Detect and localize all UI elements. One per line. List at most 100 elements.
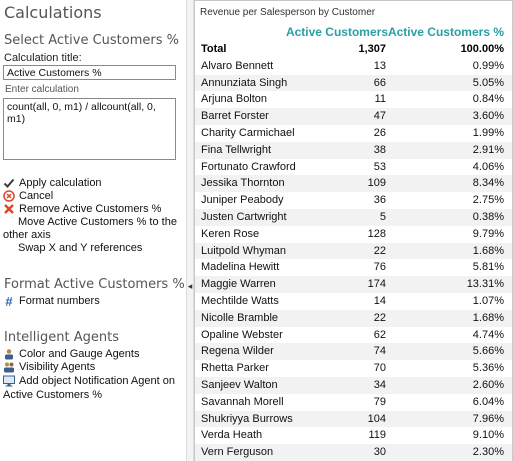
- row-active: 66: [373, 76, 386, 89]
- table-row: Alvaro Bennett 13 0.99%: [195, 58, 512, 75]
- row-pct: 0.38%: [472, 210, 504, 223]
- row-pct: 1.99%: [472, 126, 504, 139]
- row-pct: 2.75%: [472, 194, 504, 207]
- row-active: 128: [367, 227, 386, 240]
- row-active: 36: [373, 194, 386, 207]
- row-active: 5: [379, 210, 386, 223]
- row-active: 76: [373, 261, 386, 274]
- row-pct: 9.79%: [472, 227, 504, 240]
- remove-label: Remove Active Customers %: [19, 203, 162, 215]
- visibility-agents-button[interactable]: Visibility Agents: [3, 361, 95, 373]
- row-name: Maggie Warren: [201, 278, 276, 291]
- column-header-active-customers-pct[interactable]: Active Customers %: [388, 25, 504, 39]
- row-pct: 0.84%: [472, 93, 504, 106]
- notification-agent-button[interactable]: Add object Notification Agent on: [3, 375, 175, 387]
- table-row: Juniper Peabody 36 2.75%: [195, 192, 512, 209]
- row-pct: 2.60%: [472, 378, 504, 391]
- row-name: Justen Cartwright: [201, 210, 287, 223]
- row-pct: 0.99%: [472, 59, 504, 72]
- row-active: 74: [373, 345, 386, 358]
- row-active: 30: [373, 446, 386, 459]
- collapse-left-arrow-icon[interactable]: ◂: [186, 280, 194, 292]
- enter-calc-label: Enter calculation: [5, 84, 79, 95]
- cancel-circle-icon: [3, 190, 15, 202]
- row-active: 79: [373, 395, 386, 408]
- panel-title: Calculations: [4, 3, 102, 22]
- row-name: Nicolle Bramble: [201, 311, 279, 324]
- row-pct: 1.68%: [472, 244, 504, 257]
- panel-splitter[interactable]: [186, 0, 194, 461]
- people-agent-icon: [3, 361, 15, 373]
- row-pct: 5.05%: [472, 76, 504, 89]
- row-pct: 5.81%: [472, 261, 504, 274]
- calc-title-input[interactable]: [3, 65, 176, 80]
- remove-x-icon: [3, 203, 15, 215]
- row-name: Vern Ferguson: [201, 446, 274, 459]
- color-gauge-agents-label: Color and Gauge Agents: [19, 348, 140, 360]
- calc-expression-textarea[interactable]: count(all, 0, m1) / allcount(all, 0, m1): [3, 98, 176, 160]
- hash-format-icon: #: [5, 293, 13, 309]
- row-name: Luitpold Whyman: [201, 244, 286, 257]
- row-pct: 5.36%: [472, 362, 504, 375]
- row-name: Total: [201, 43, 227, 55]
- row-name: Fina Tellwright: [201, 143, 272, 156]
- row-active: 119: [368, 429, 386, 442]
- cancel-label: Cancel: [19, 190, 54, 202]
- row-pct: 2.30%: [472, 446, 504, 459]
- row-active: 22: [373, 311, 386, 324]
- check-icon: [3, 177, 15, 189]
- row-pct: 9.10%: [472, 429, 504, 442]
- remove-measure-button[interactable]: Remove Active Customers %: [3, 203, 161, 215]
- row-active: 13: [373, 59, 386, 72]
- row-name: Sanjeev Walton: [201, 378, 278, 391]
- table-row: Opaline Webster 62 4.74%: [195, 327, 512, 344]
- row-pct: 5.66%: [472, 345, 504, 358]
- notification-agent-label: Add object Notification Agent on: [19, 375, 175, 387]
- row-name: Arjuna Bolton: [201, 93, 268, 106]
- row-active: 47: [373, 110, 386, 123]
- cancel-button[interactable]: Cancel: [3, 190, 53, 202]
- notification-agent-label-line2: Active Customers %: [3, 389, 103, 401]
- row-active: 11: [374, 93, 386, 106]
- apply-calculation-label: Apply calculation: [19, 177, 102, 189]
- table-row: Shukriyya Burrows 104 7.96%: [195, 410, 512, 428]
- swap-references-button[interactable]: Swap X and Y references: [3, 242, 142, 254]
- table-row: Justen Cartwright 5 0.38%: [195, 208, 512, 226]
- table-row: Maggie Warren 174 13.31%: [195, 276, 512, 293]
- row-name: Barret Forster: [201, 110, 269, 123]
- table-row: Verda Heath 119 9.10%: [195, 427, 512, 444]
- color-gauge-agents-button[interactable]: Color and Gauge Agents: [3, 348, 139, 360]
- person-agent-icon: [3, 348, 15, 360]
- row-name: Fortunato Crawford: [201, 160, 296, 173]
- section-agents-title: Intelligent Agents: [4, 330, 119, 345]
- row-active: 174: [367, 278, 386, 291]
- table-row: Barret Forster 47 3.60%: [195, 108, 512, 125]
- row-active: 53: [373, 160, 386, 173]
- row-active: 14: [373, 294, 386, 307]
- table-row: Regena Wilder 74 5.66%: [195, 343, 512, 361]
- row-active: 38: [373, 143, 386, 156]
- table-row: Rhetta Parker 70 5.36%: [195, 360, 512, 377]
- row-name: Annunziata Singh: [201, 76, 288, 89]
- row-name: Juniper Peabody: [201, 194, 284, 207]
- row-name: Charity Carmichael: [201, 126, 295, 139]
- apply-calculation-button[interactable]: Apply calculation: [3, 177, 102, 189]
- table-row: Keren Rose 128 9.79%: [195, 226, 512, 243]
- row-pct: 100.00%: [460, 43, 504, 55]
- table-row: Mechtilde Watts 14 1.07%: [195, 293, 512, 310]
- calculations-panel: Calculations Select Active Customers % C…: [0, 0, 186, 461]
- row-name: Keren Rose: [201, 227, 260, 240]
- column-header-active-customers[interactable]: Active Customers: [286, 25, 388, 39]
- row-pct: 1.68%: [472, 311, 504, 324]
- swap-references-label: Swap X and Y references: [18, 242, 143, 254]
- format-numbers-button[interactable]: # Format numbers: [3, 293, 99, 309]
- table-body: Total 1,307 100.00% Alvaro Bennett 13 0.99…: [195, 41, 512, 461]
- row-active: 22: [373, 244, 386, 257]
- row-name: Shukriyya Burrows: [201, 412, 293, 425]
- table-row: Madelina Hewitt 76 5.81%: [195, 259, 512, 276]
- table-row: Jessika Thornton 109 8.34%: [195, 175, 512, 193]
- table-row: Fina Tellwright 38 2.91%: [195, 141, 512, 159]
- visibility-agents-label: Visibility Agents: [19, 361, 96, 373]
- row-active: 1,307: [358, 43, 386, 55]
- move-axis-button[interactable]: Move Active Customers % to the: [3, 216, 177, 228]
